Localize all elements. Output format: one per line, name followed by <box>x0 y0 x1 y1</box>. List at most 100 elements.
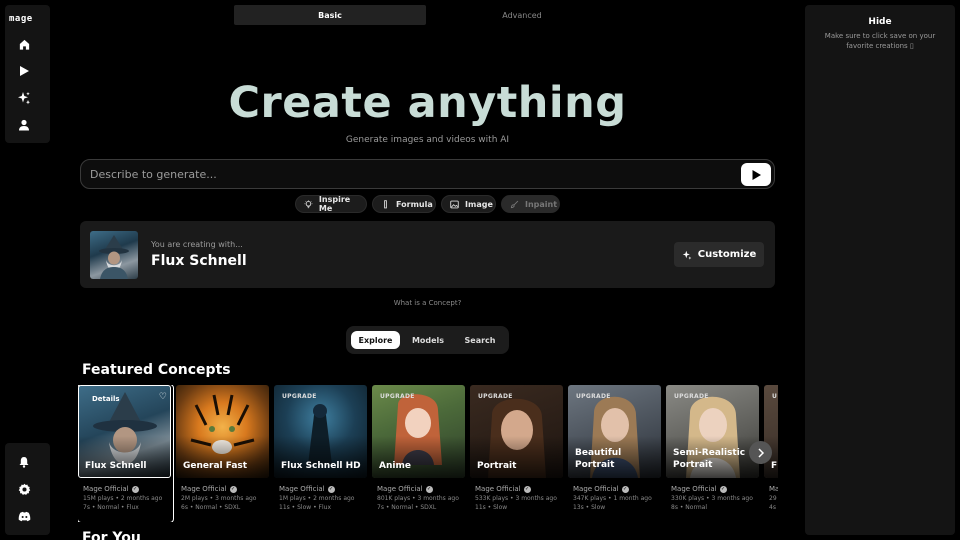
page-subtitle: Generate images and videos with AI <box>345 135 510 145</box>
user-icon[interactable] <box>17 118 31 132</box>
upgrade-badge: UPGRADE <box>478 393 513 400</box>
inpaint-label: Inpaint <box>525 199 558 209</box>
featured-concepts-heading: Featured Concepts <box>82 362 231 378</box>
card-info: 13s • Slow <box>573 504 606 511</box>
mode-toggle: Basic Advanced <box>234 5 618 25</box>
for-you-heading: For You <box>82 530 141 540</box>
featured-carousel: Details ♡ Flux Schnell Mage Official ✓ 15… <box>78 385 778 522</box>
inspire-me-button[interactable]: Inspire Me <box>295 195 367 213</box>
card-title: General Fast <box>183 461 248 471</box>
inpaint-button[interactable]: Inpaint <box>501 195 560 213</box>
card-author: Mage Official ✓ <box>83 485 139 493</box>
card-plays: 1M plays • 2 months ago <box>279 495 355 502</box>
home-icon[interactable] <box>17 37 31 51</box>
card-author: Mage Official ✓ <box>475 485 531 493</box>
play-icon <box>752 169 761 180</box>
discord-icon[interactable] <box>17 509 31 523</box>
explore-tabs: Explore Models Search <box>346 326 509 354</box>
current-concept-panel: You are creating with... Flux Schnell Cu… <box>80 221 775 288</box>
card-title: Flux Schnell HD <box>281 461 361 471</box>
page-title: Create anything <box>228 78 627 128</box>
creations-panel: Hide Make sure to click save on your fav… <box>805 5 955 535</box>
concept-card-beautiful-portrait[interactable]: UPGRADE Beautiful Portrait Mage Official… <box>568 385 663 522</box>
card-info: 4s <box>769 504 776 511</box>
concept-card-general-fast[interactable]: General Fast Mage Official ✓ 2M plays • 3… <box>176 385 271 522</box>
card-author: Mage Official ✓ <box>377 485 433 493</box>
verified-icon: ✓ <box>425 485 433 493</box>
upgrade-badge: UPGRADE <box>674 393 709 400</box>
verified-icon: ✓ <box>523 485 531 493</box>
inspire-me-label: Inspire Me <box>318 195 351 213</box>
heart-icon[interactable]: ♡ <box>159 392 167 402</box>
card-info: 7s • Normal • SDXL <box>377 504 437 511</box>
card-plays: 801K plays • 3 months ago <box>377 495 459 502</box>
card-plays: 2M plays • 3 months ago <box>181 495 257 502</box>
customize-button[interactable]: Customize <box>674 242 764 267</box>
prompt-input[interactable] <box>90 165 730 184</box>
card-author: Mage Official ✓ <box>181 485 237 493</box>
verified-icon: ✓ <box>229 485 237 493</box>
upgrade-badge: U <box>772 393 778 400</box>
card-info: 11s • Slow <box>475 504 508 511</box>
card-info: 8s • Normal <box>671 504 708 511</box>
card-author: Mage Official ✓ <box>573 485 629 493</box>
verified-icon: ✓ <box>131 485 139 493</box>
card-title: Flux Schnell <box>85 461 147 471</box>
card-plays: 533K plays • 3 months ago <box>475 495 557 502</box>
card-author: Mage Official ✓ <box>671 485 727 493</box>
verified-icon: ✓ <box>621 485 629 493</box>
prompt-bar <box>80 159 775 189</box>
creating-with-label: You are creating with... <box>151 240 243 249</box>
card-plays: 29 <box>769 495 777 502</box>
brush-icon <box>510 200 519 208</box>
what-is-concept-link[interactable]: What is a Concept? <box>80 299 775 307</box>
card-info: 7s • Normal • Flux <box>83 504 139 511</box>
bell-icon[interactable] <box>17 455 31 469</box>
card-title: Portrait <box>477 461 517 471</box>
concept-card-portrait[interactable]: UPGRADE Portrait Mage Official ✓ 533K pla… <box>470 385 565 522</box>
hide-panel-button[interactable]: Hide <box>805 17 955 27</box>
formula-label: Formula <box>396 199 433 209</box>
current-model-name: Flux Schnell <box>151 253 247 269</box>
verified-icon: ✓ <box>719 485 727 493</box>
tab-search[interactable]: Search <box>456 331 504 349</box>
mage-logo[interactable]: mage <box>9 14 33 24</box>
tab-models[interactable]: Models <box>404 331 452 349</box>
card-title: Beautiful Portrait <box>575 448 622 470</box>
concept-card-flux-schnell-hd[interactable]: UPGRADE Flux Schnell HD Mage Official ✓ 1… <box>274 385 369 522</box>
verified-icon: ✓ <box>327 485 335 493</box>
card-plays: 330K plays • 3 months ago <box>671 495 753 502</box>
flask-icon <box>384 199 387 208</box>
card-author: Ma <box>769 485 778 493</box>
concept-card-flux-schnell[interactable]: Details ♡ Flux Schnell Mage Official ✓ 15… <box>78 385 174 522</box>
generate-button[interactable] <box>741 163 771 186</box>
card-title: F <box>771 461 778 471</box>
card-title: Anime <box>379 461 411 471</box>
tab-advanced[interactable]: Advanced <box>426 5 618 25</box>
upgrade-badge: UPGRADE <box>380 393 415 400</box>
customize-label: Customize <box>697 249 757 260</box>
lightbulb-icon <box>304 199 313 208</box>
sparkles-icon <box>682 250 692 260</box>
sparkles-icon[interactable] <box>17 91 31 105</box>
play-icon[interactable] <box>17 64 31 78</box>
carousel-next-button[interactable] <box>749 441 772 464</box>
card-author: Mage Official ✓ <box>279 485 335 493</box>
card-plays: 347K plays • 1 month ago <box>573 495 652 502</box>
concept-thumbnail[interactable] <box>90 231 138 279</box>
concept-card-semi-realistic-portrait[interactable]: UPGRADE Semi-Realistic Portrait Mage Off… <box>666 385 761 522</box>
formula-button[interactable]: Formula <box>372 195 436 213</box>
upgrade-badge: UPGRADE <box>282 393 317 400</box>
image-icon <box>450 200 459 208</box>
concept-card-anime[interactable]: UPGRADE Anime Mage Official ✓ 801K plays … <box>372 385 467 522</box>
card-details-link[interactable]: Details <box>92 395 120 403</box>
image-label: Image <box>465 199 493 209</box>
tab-basic[interactable]: Basic <box>234 5 426 25</box>
image-button[interactable]: Image <box>441 195 496 213</box>
chevron-right-icon <box>757 447 764 458</box>
card-plays: 15M plays • 2 months ago <box>83 495 163 502</box>
tab-explore[interactable]: Explore <box>351 331 400 349</box>
gear-icon[interactable] <box>17 482 31 496</box>
card-info: 11s • Slow • Flux <box>279 504 331 511</box>
panel-hint: Make sure to click save on your favorite… <box>824 32 936 50</box>
